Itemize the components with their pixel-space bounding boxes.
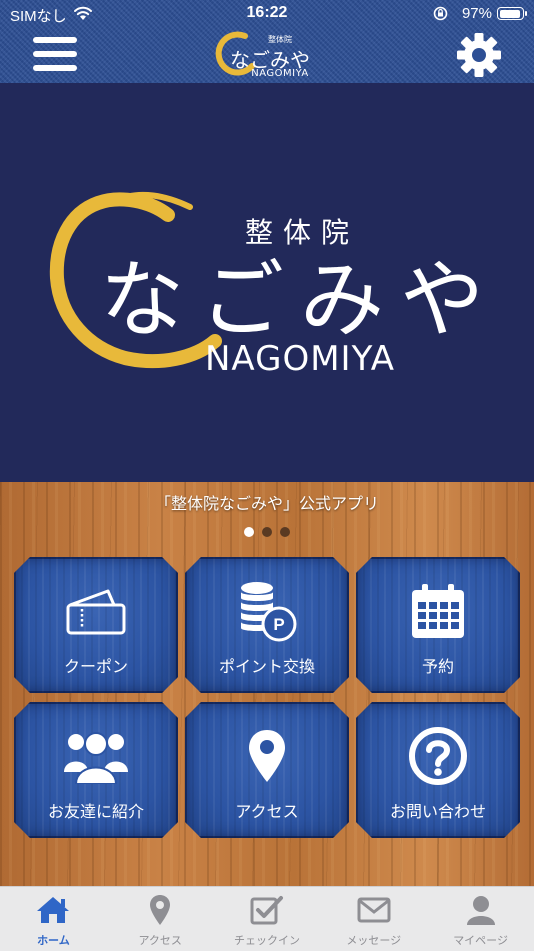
tile-label: お問い合わせ <box>389 802 486 821</box>
person-icon <box>466 896 495 925</box>
tab-label: チェックイン <box>233 935 300 947</box>
checkin-icon <box>250 896 283 925</box>
hero-logo-text: なごみや <box>100 251 501 349</box>
carousel-dot[interactable] <box>280 527 290 537</box>
points-coins-icon: P <box>235 580 299 642</box>
map-pin-icon <box>150 895 171 925</box>
header-logo-roman: NAGOMIYA <box>251 68 309 79</box>
tile-label: ポイント交換 <box>218 657 315 676</box>
question-icon <box>408 726 468 786</box>
tile-label: アクセス <box>235 802 299 821</box>
coupon-tile[interactable]: クーポン <box>14 557 178 693</box>
home-icon <box>37 897 70 923</box>
contact-tile[interactable]: お問い合わせ <box>356 702 520 838</box>
tile-label: 予約 <box>421 657 454 676</box>
tab-mypage[interactable]: マイページ <box>427 887 534 951</box>
svg-text:P: P <box>273 615 284 634</box>
tile-label: クーポン <box>63 657 128 676</box>
carousel-dot[interactable] <box>262 527 272 537</box>
tab-bar: ホーム アクセス チェックイン メッセージ マイページ <box>0 886 534 951</box>
tab-label: ホーム <box>37 935 70 947</box>
tab-label: アクセス <box>138 935 182 947</box>
battery-icon <box>497 7 527 20</box>
tab-messages[interactable]: メッセージ <box>320 887 427 951</box>
points-exchange-tile[interactable]: P ポイント交換 <box>185 557 349 693</box>
battery-percent: 97% <box>461 5 492 22</box>
carousel-dot[interactable] <box>244 527 254 537</box>
access-tile[interactable]: アクセス <box>185 702 349 838</box>
gear-icon[interactable] <box>456 32 502 78</box>
group-people-icon <box>64 728 128 784</box>
hero-banner[interactable]: 整体院 なごみや NAGOMIYA <box>0 83 534 482</box>
tab-label: マイページ <box>453 935 508 947</box>
carousel-dots <box>0 522 534 541</box>
carousel-caption: 「整体院なごみや」公式アプリ <box>154 494 379 513</box>
tile-label: お友達に紹介 <box>47 802 144 821</box>
tab-label: メッセージ <box>346 935 402 947</box>
tab-access[interactable]: アクセス <box>107 887 214 951</box>
status-time: 16:22 <box>246 4 288 21</box>
header-logo: 整体院 なごみや NAGOMIYA <box>210 30 330 80</box>
tab-home[interactable]: ホーム <box>0 887 107 951</box>
calendar-icon <box>409 582 467 640</box>
envelope-icon <box>357 897 391 923</box>
reservation-tile[interactable]: 予約 <box>356 557 520 693</box>
hero-logo-roman: NAGOMIYA <box>205 339 395 379</box>
app-header: SIMなし 16:22 97% 整体院 なごみや NAGOMIYA <box>0 0 534 83</box>
status-bar: SIMなし 16:22 97% <box>0 0 534 28</box>
refer-friend-tile[interactable]: お友達に紹介 <box>14 702 178 838</box>
battery-fill <box>499 9 520 18</box>
map-pin-icon <box>247 728 287 784</box>
hamburger-icon[interactable] <box>33 37 77 73</box>
coupon-ticket-icon <box>64 585 128 637</box>
orientation-lock-icon <box>433 6 448 21</box>
menu-area: 「整体院なごみや」公式アプリ クーポン P ポイント交換 予約 お友達に紹介 ア… <box>0 482 534 886</box>
tab-checkin[interactable]: チェックイン <box>214 887 321 951</box>
